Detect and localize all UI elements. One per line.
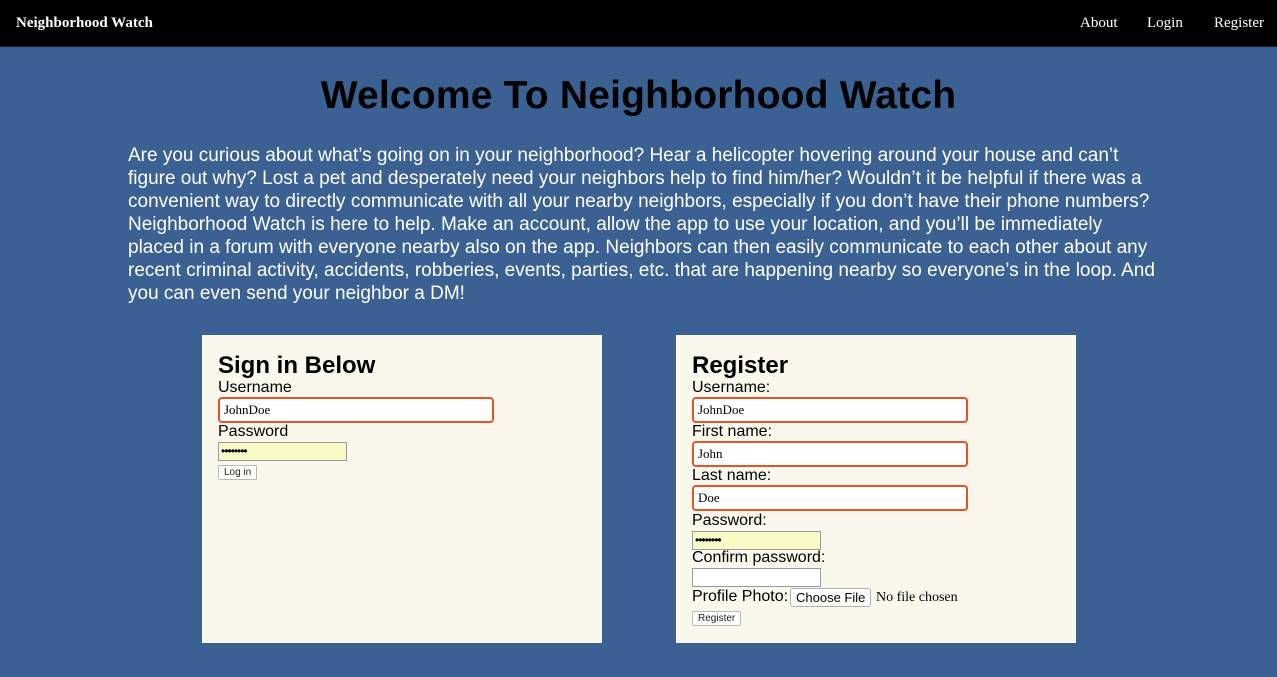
register-password-input[interactable]: •••••••• [692,531,821,550]
register-card: Register Username: JohnDoe First name: J… [676,335,1076,643]
login-username-label: Username [218,379,292,396]
login-card: Sign in Below Username JohnDoe Password … [202,335,602,643]
login-button[interactable]: Log in [218,465,258,480]
register-confirm-password-label: Confirm password: [692,549,826,566]
brand-logo-text[interactable]: Neighborhood Watch [16,15,153,32]
navbar: Neighborhood Watch About Login Register [0,0,1277,47]
intro-paragraph: Are you curious about what’s going on in… [128,145,1155,304]
register-password-label: Password: [692,512,767,529]
register-profile-photo-label: Profile Photo: [692,588,789,605]
nav-link-register[interactable]: Register [1214,15,1264,32]
register-confirm-password-input[interactable] [692,568,821,587]
nav-link-about[interactable]: About [1080,15,1118,32]
register-card-title: Register [692,352,789,379]
choose-file-button[interactable]: Choose File [790,588,872,607]
register-button[interactable]: Register [692,611,742,626]
file-status-text: No file chosen [876,590,958,605]
login-username-input[interactable]: JohnDoe [218,397,494,423]
register-last-name-label: Last name: [692,467,772,484]
register-first-name-input[interactable]: John [692,441,968,467]
register-username-label: Username: [692,379,771,396]
nav-link-login[interactable]: Login [1147,15,1183,32]
login-password-label: Password [218,423,289,440]
login-password-input[interactable]: •••••••• [218,442,347,461]
register-first-name-label: First name: [692,423,773,440]
register-last-name-input[interactable]: Doe [692,485,968,511]
page-title: Welcome To Neighborhood Watch [320,74,957,117]
register-username-input[interactable]: JohnDoe [692,397,968,423]
login-card-title: Sign in Below [218,352,376,379]
